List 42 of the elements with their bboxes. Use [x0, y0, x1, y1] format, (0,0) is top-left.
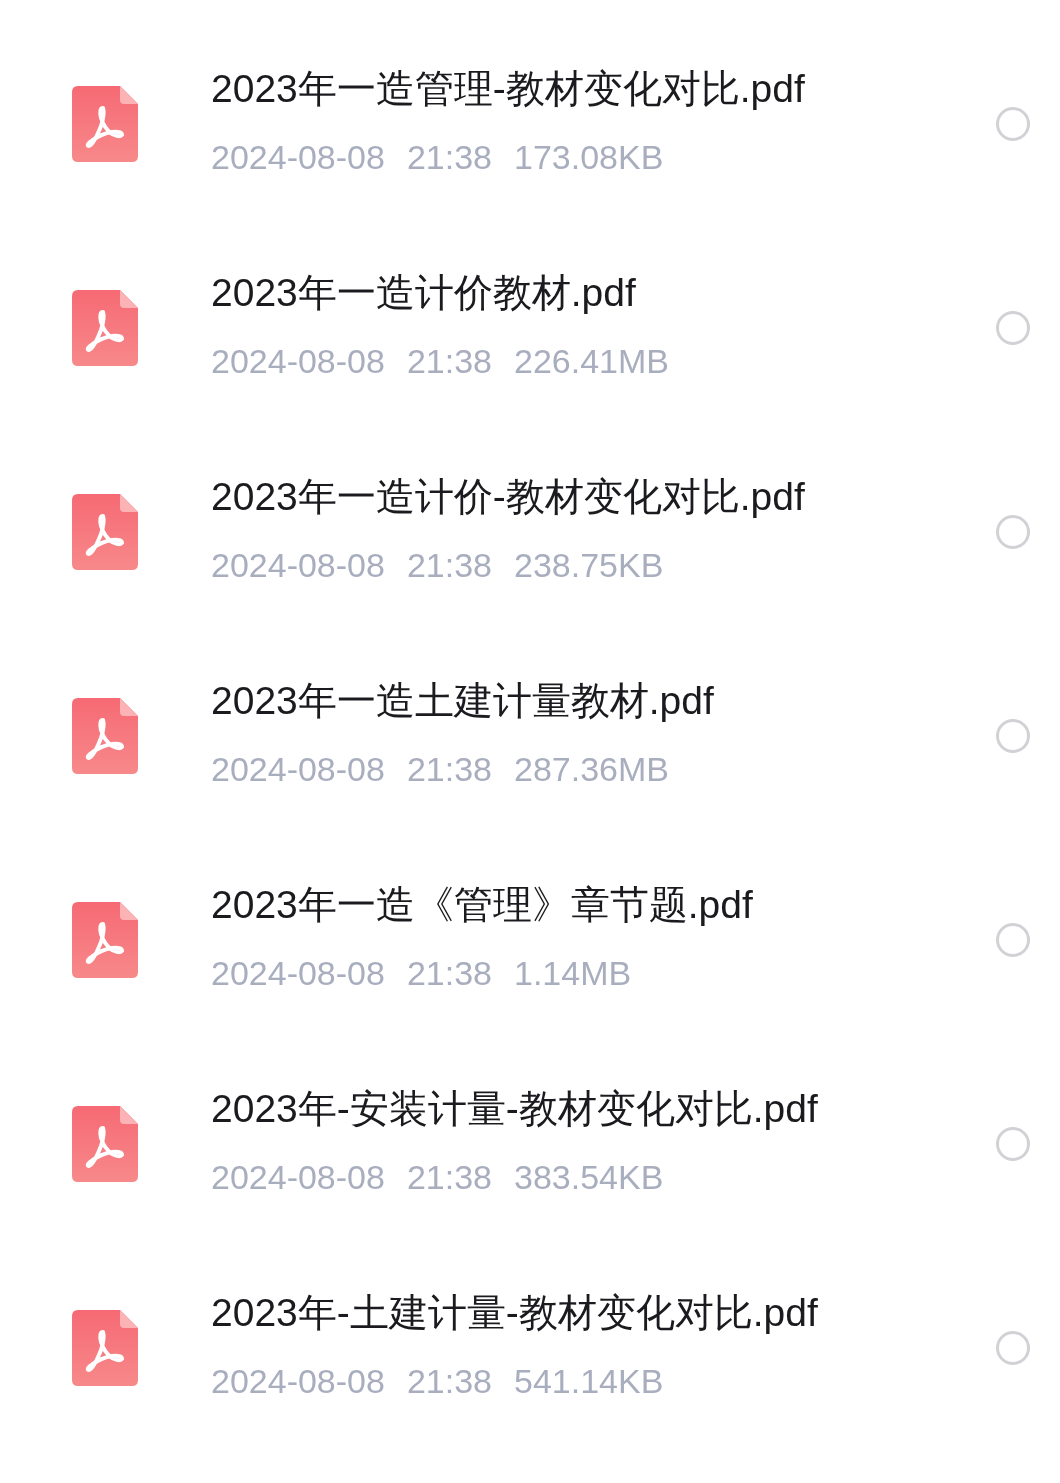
file-date: 2024-08-08	[211, 749, 385, 789]
file-date: 2024-08-08	[211, 341, 385, 381]
select-radio[interactable]	[996, 107, 1030, 141]
file-size: 238.75KB	[514, 545, 664, 585]
select-radio[interactable]	[996, 311, 1030, 345]
pdf-file-icon	[72, 290, 138, 366]
file-size: 226.41MB	[514, 341, 669, 381]
file-size: 383.54KB	[514, 1157, 664, 1197]
file-date: 2024-08-08	[211, 137, 385, 177]
file-size: 173.08KB	[514, 137, 664, 177]
select-radio[interactable]	[996, 923, 1030, 957]
file-time: 21:38	[406, 1361, 492, 1401]
pdf-file-icon	[72, 86, 138, 162]
pdf-file-icon	[72, 1310, 138, 1386]
pdf-file-icon	[72, 494, 138, 570]
file-name: 2023年一造计价教材.pdf	[211, 269, 637, 316]
file-time: 21:38	[406, 545, 492, 585]
file-date: 2024-08-08	[211, 953, 385, 993]
file-size: 1.14MB	[514, 953, 632, 993]
select-radio[interactable]	[996, 1127, 1030, 1161]
file-time: 21:38	[406, 137, 492, 177]
select-radio[interactable]	[996, 515, 1030, 549]
pdf-file-icon	[72, 698, 138, 774]
file-date: 2024-08-08	[211, 545, 385, 585]
file-name: 2023年一造《管理》章节题.pdf	[211, 881, 754, 928]
file-name: 2023年-安装计量-教材变化对比.pdf	[211, 1085, 819, 1132]
file-time: 21:38	[406, 1157, 492, 1197]
file-date: 2024-08-08	[211, 1157, 385, 1197]
file-name: 2023年-土建计量-教材变化对比.pdf	[211, 1289, 819, 1336]
file-name: 2023年一造土建计量教材.pdf	[211, 677, 715, 724]
file-time: 21:38	[406, 341, 492, 381]
select-radio[interactable]	[996, 719, 1030, 753]
file-date: 2024-08-08	[211, 1361, 385, 1401]
pdf-file-icon	[72, 902, 138, 978]
select-radio[interactable]	[996, 1331, 1030, 1365]
file-name: 2023年一造计价-教材变化对比.pdf	[211, 473, 806, 520]
file-size: 541.14KB	[514, 1361, 664, 1401]
file-size: 287.36MB	[514, 749, 669, 789]
pdf-file-icon	[72, 1106, 138, 1182]
file-name: 2023年一造管理-教材变化对比.pdf	[211, 65, 806, 112]
file-time: 21:38	[406, 953, 492, 993]
file-time: 21:38	[406, 749, 492, 789]
